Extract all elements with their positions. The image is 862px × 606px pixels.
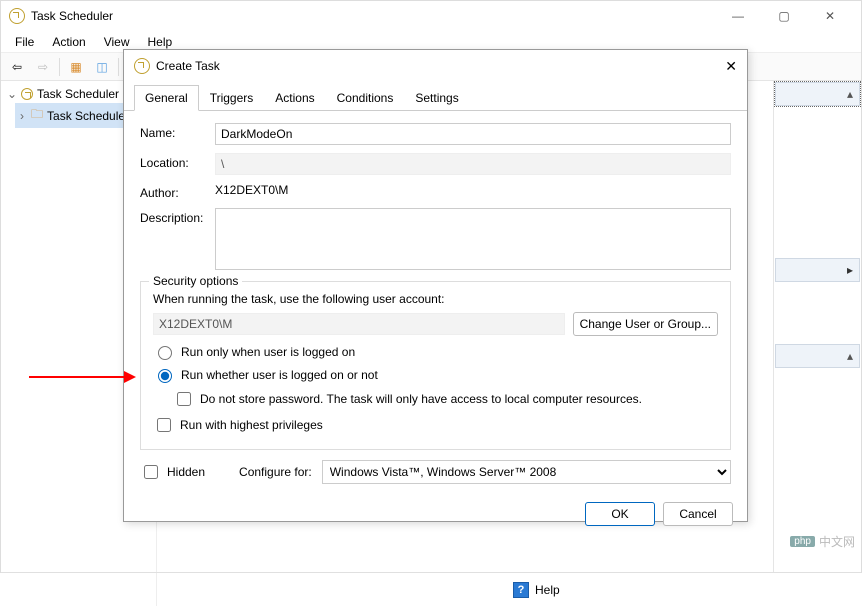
action-header-2[interactable]: ▸ bbox=[775, 258, 860, 282]
location-value: \ bbox=[215, 153, 731, 175]
help-status-icon: ? bbox=[513, 582, 529, 598]
forward-button[interactable]: ⇨ bbox=[31, 56, 55, 78]
annotation-arrow bbox=[29, 371, 136, 383]
configure-for-label: Configure for: bbox=[239, 465, 312, 479]
radio-logged-on-label: Run only when user is logged on bbox=[181, 345, 355, 359]
app-icon bbox=[9, 8, 25, 24]
close-button[interactable]: ✕ bbox=[807, 1, 853, 31]
tab-triggers[interactable]: Triggers bbox=[199, 85, 265, 111]
radio-logged-on[interactable] bbox=[158, 346, 172, 360]
dialog-title: Create Task bbox=[156, 59, 220, 73]
watermark-tag: php bbox=[790, 536, 815, 547]
tab-conditions[interactable]: Conditions bbox=[326, 85, 405, 111]
toolbar-icon-1[interactable]: ▦ bbox=[64, 56, 88, 78]
hidden-label: Hidden bbox=[167, 465, 205, 479]
dialog-icon bbox=[134, 58, 150, 74]
location-label: Location: bbox=[140, 153, 215, 170]
author-value: X12DEXT0\M bbox=[215, 183, 288, 197]
tree-root-label: Task Scheduler (L bbox=[37, 87, 133, 101]
name-input[interactable] bbox=[215, 123, 731, 145]
menu-file[interactable]: File bbox=[7, 33, 42, 51]
menu-action[interactable]: Action bbox=[44, 33, 93, 51]
actions-panel: ▴ ▸ ▴ bbox=[773, 81, 861, 572]
radio-whether-label: Run whether user is logged on or not bbox=[181, 368, 378, 382]
help-label[interactable]: Help bbox=[535, 583, 560, 597]
tab-settings[interactable]: Settings bbox=[404, 85, 469, 111]
dialog-tabs: General Triggers Actions Conditions Sett… bbox=[124, 84, 747, 111]
checkbox-hidden[interactable] bbox=[144, 465, 158, 479]
status-bar: ? Help bbox=[1, 572, 861, 606]
tab-actions[interactable]: Actions bbox=[264, 85, 325, 111]
change-user-button[interactable]: Change User or Group... bbox=[573, 312, 718, 336]
name-label: Name: bbox=[140, 123, 215, 140]
cancel-button[interactable]: Cancel bbox=[663, 502, 733, 526]
toolbar-icon-2[interactable]: ◫ bbox=[90, 56, 114, 78]
watermark-text: 中文网 bbox=[819, 533, 855, 550]
checkbox-no-store-password[interactable] bbox=[177, 392, 191, 406]
dialog-close-button[interactable]: ✕ bbox=[725, 58, 737, 75]
main-titlebar: Task Scheduler — ▢ ✕ bbox=[1, 1, 861, 31]
security-legend: Security options bbox=[149, 274, 242, 288]
description-input[interactable] bbox=[215, 208, 731, 270]
back-button[interactable]: ⇦ bbox=[5, 56, 29, 78]
ok-button[interactable]: OK bbox=[585, 502, 655, 526]
maximize-button[interactable]: ▢ bbox=[761, 1, 807, 31]
menu-view[interactable]: View bbox=[96, 33, 138, 51]
security-account: X12DEXT0\M bbox=[153, 313, 565, 335]
action-header-1[interactable]: ▴ bbox=[775, 82, 860, 106]
minimize-button[interactable]: — bbox=[715, 1, 761, 31]
checkbox-highest-privileges[interactable] bbox=[157, 418, 171, 432]
no-store-password-label: Do not store password. The task will onl… bbox=[200, 392, 642, 406]
security-options-group: Security options When running the task, … bbox=[140, 281, 731, 450]
tree-library-label: Task Schedule bbox=[47, 109, 125, 123]
create-task-dialog: Create Task ✕ General Triggers Actions C… bbox=[123, 49, 748, 522]
highest-privileges-label: Run with highest privileges bbox=[180, 418, 323, 432]
description-label: Description: bbox=[140, 208, 215, 225]
watermark: php 中文网 bbox=[790, 533, 855, 550]
radio-whether-logged[interactable] bbox=[158, 369, 172, 383]
author-label: Author: bbox=[140, 183, 215, 200]
action-header-3[interactable]: ▴ bbox=[775, 344, 860, 368]
security-prompt: When running the task, use the following… bbox=[153, 292, 445, 306]
configure-for-select[interactable]: Windows Vista™, Windows Server™ 2008 bbox=[322, 460, 731, 484]
tab-general[interactable]: General bbox=[134, 85, 199, 111]
task-scheduler-window: Task Scheduler — ▢ ✕ File Action View He… bbox=[0, 0, 862, 573]
menu-help[interactable]: Help bbox=[140, 33, 181, 51]
clock-icon bbox=[21, 88, 33, 100]
main-title: Task Scheduler bbox=[31, 9, 113, 23]
